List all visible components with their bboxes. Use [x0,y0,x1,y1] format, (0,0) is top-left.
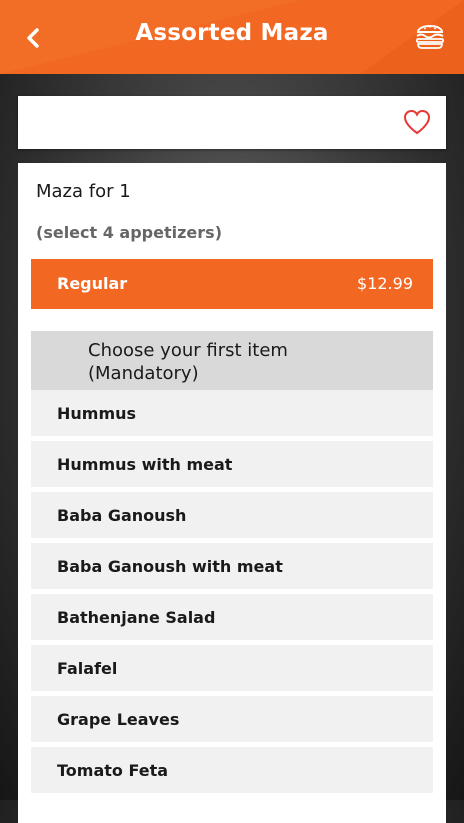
product-name: Maza for 1 [36,181,131,202]
option-label: Tomato Feta [57,761,169,780]
option-item-hummus[interactable]: Hummus [31,390,433,436]
option-item-tomato-feta[interactable]: Tomato Feta [31,747,433,793]
favorite-button[interactable] [402,108,432,136]
option-label: Hummus [57,404,137,423]
burger-icon [416,25,444,49]
page-title: Assorted Maza [135,20,329,46]
option-item-falafel[interactable]: Falafel [31,645,433,691]
option-label: Bathenjane Salad [57,608,216,627]
favorite-bar [18,96,446,149]
size-option-regular[interactable]: Regular $12.99 [31,259,433,309]
size-price: $12.99 [357,274,413,293]
heart-outline-icon [403,109,431,135]
option-item-grape-leaves[interactable]: Grape Leaves [31,696,433,742]
option-group-title: Choose your first item (Mandatory) [88,340,288,384]
app-header: Assorted Maza [0,0,464,74]
product-card: Maza for 1 (select 4 appetizers) Regular… [18,163,446,823]
size-label: Regular [57,274,128,293]
option-label: Baba Ganoush with meat [57,557,283,576]
option-label: Falafel [57,659,118,678]
cart-button[interactable] [412,18,448,52]
option-item-baba-ganoush[interactable]: Baba Ganoush [31,492,433,538]
option-list: Hummus Hummus with meat Baba Ganoush Bab… [31,390,433,798]
option-label: Hummus with meat [57,455,233,474]
option-item-baba-ganoush-with-meat[interactable]: Baba Ganoush with meat [31,543,433,589]
option-group-header: Choose your first item (Mandatory) [31,331,433,390]
option-item-bathenjane-salad[interactable]: Bathenjane Salad [31,594,433,640]
option-label: Grape Leaves [57,710,180,729]
option-item-hummus-with-meat[interactable]: Hummus with meat [31,441,433,487]
option-label: Baba Ganoush [57,506,187,525]
product-description: (select 4 appetizers) [36,223,223,242]
